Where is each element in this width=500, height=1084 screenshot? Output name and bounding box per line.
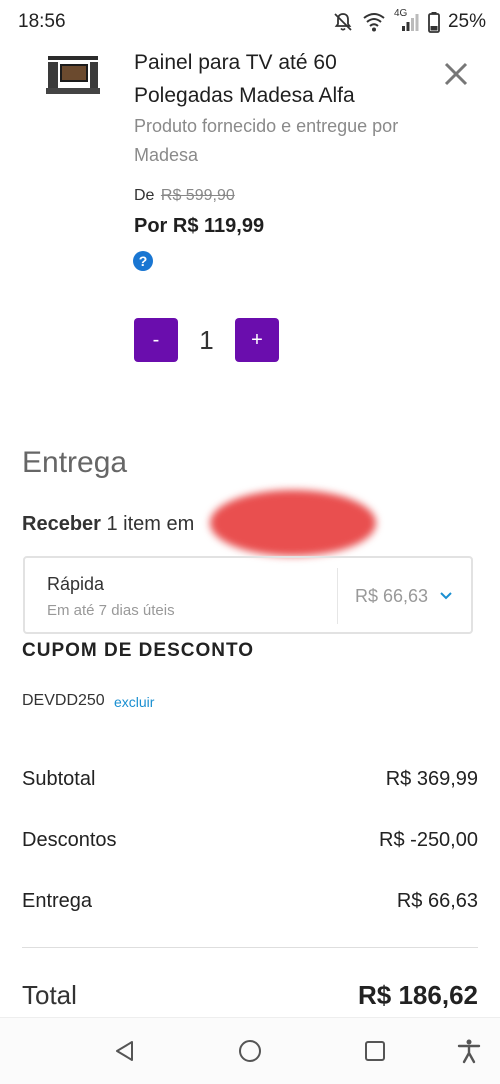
discounts-value: R$ -250,00 xyxy=(379,829,478,851)
discounts-label: Descontos xyxy=(22,829,117,851)
shipping-option[interactable]: Rápida Em até 7 dias úteis R$ 66,63 xyxy=(23,556,473,634)
help-icon[interactable]: ? xyxy=(133,251,153,271)
quantity-value: 1 xyxy=(199,325,214,355)
chevron-down-icon[interactable] xyxy=(438,588,454,604)
status-time: 18:56 xyxy=(18,11,66,32)
cellular-signal-icon: 4G xyxy=(394,8,420,33)
shipping-option-eta: Em até 7 dias úteis xyxy=(47,602,175,619)
old-price: De R$ 599,90 xyxy=(134,187,235,205)
product-title: Painel para TV até 60 Polegadas Madesa A… xyxy=(134,51,355,107)
product-supplier: Produto fornecido e entregue por Madesa xyxy=(134,116,399,165)
navigation-bar xyxy=(0,1017,500,1084)
accessibility-icon[interactable] xyxy=(456,1038,482,1064)
shipping-option-divider xyxy=(337,568,338,624)
close-icon[interactable] xyxy=(440,58,472,90)
receive-text: 1 item em xyxy=(106,513,195,535)
shipping-value: R$ 66,63 xyxy=(396,890,478,912)
subtotal-value: R$ 369,99 xyxy=(385,768,478,790)
delivery-heading: Entrega xyxy=(22,446,128,479)
new-price: Por R$ 119,99 xyxy=(134,215,265,237)
shipping-option-price: R$ 66,63 xyxy=(355,586,429,606)
shipping-label: Entrega xyxy=(22,890,93,912)
quantity-decrease-button[interactable]: - xyxy=(134,318,178,362)
battery-percentage: 25% xyxy=(447,11,486,32)
status-icons: 4G 25% xyxy=(332,8,486,34)
redacted-address xyxy=(210,490,376,556)
notifications-off-icon xyxy=(334,13,352,31)
coupon-code: DEVDD250 xyxy=(22,692,105,709)
total-label: Total xyxy=(22,980,77,1010)
receive-line: Receber 1 item em xyxy=(22,513,194,536)
shipping-option-name: Rápida xyxy=(47,574,105,594)
quantity-increase-button[interactable]: + xyxy=(235,318,279,362)
wifi-icon xyxy=(363,13,385,32)
summary-divider xyxy=(22,947,478,948)
subtotal-label: Subtotal xyxy=(22,768,96,790)
recents-icon[interactable] xyxy=(362,1038,388,1064)
receive-bold: Receber xyxy=(22,513,101,535)
total-value: R$ 186,62 xyxy=(358,980,478,1010)
status-bar: 18:56 4G 25% xyxy=(0,0,500,46)
coupon-remove-link[interactable]: excluir xyxy=(114,694,154,710)
home-icon[interactable] xyxy=(237,1038,263,1064)
battery-icon xyxy=(428,12,440,33)
coupon-heading: CUPOM DE DESCONTO xyxy=(22,640,255,661)
product-thumbnail xyxy=(46,56,100,94)
old-price-value: R$ 599,90 xyxy=(160,187,235,204)
back-icon[interactable] xyxy=(112,1038,138,1064)
old-price-prefix: De xyxy=(134,187,155,204)
